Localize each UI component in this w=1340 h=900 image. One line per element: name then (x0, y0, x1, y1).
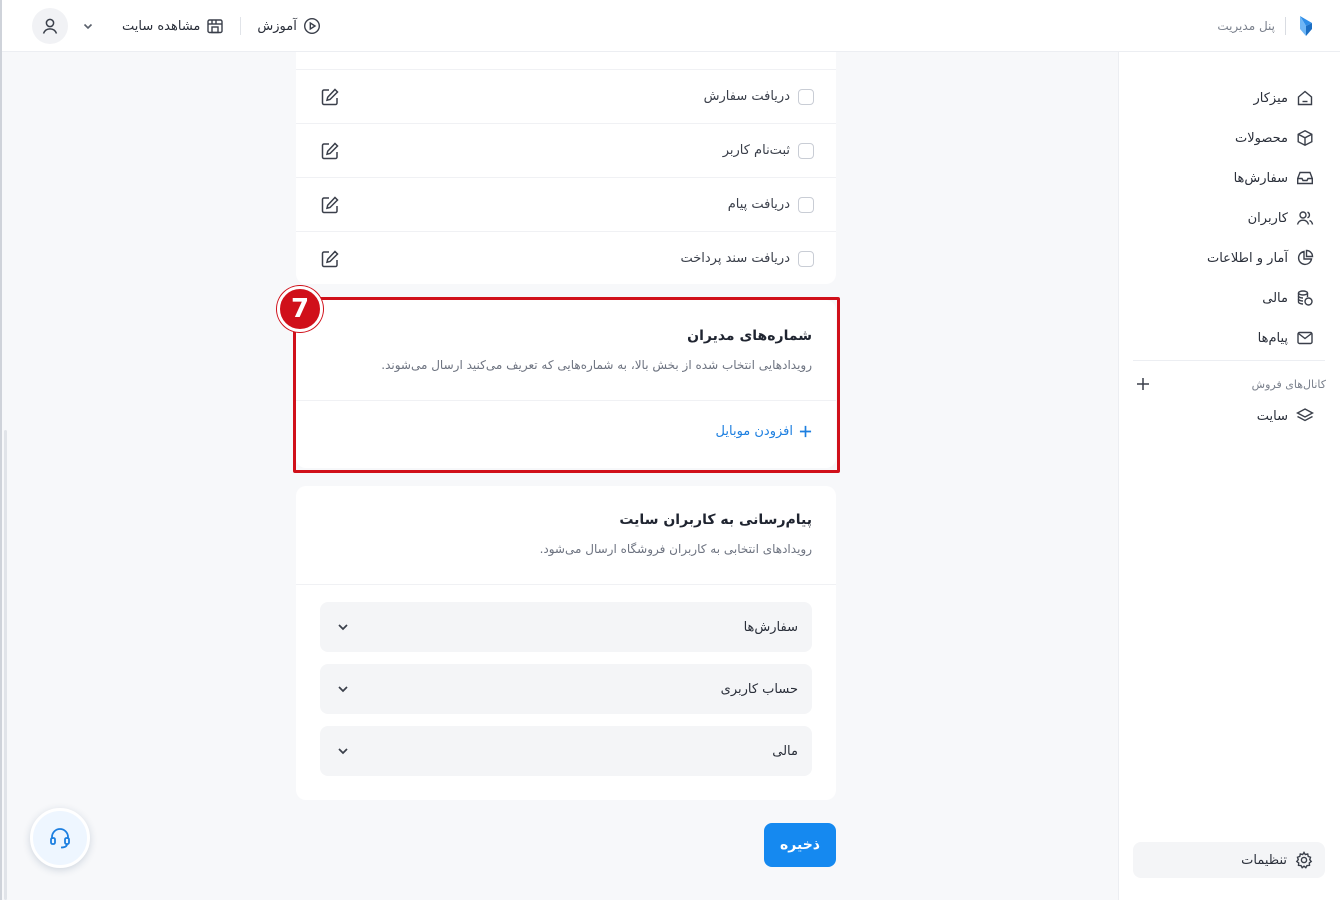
brand-title: پنل مدیریت (1217, 19, 1275, 33)
chevron-down-icon (336, 620, 350, 634)
window-edge (0, 0, 2, 900)
event-option[interactable]: دریافت سفارش (703, 88, 814, 105)
logo-icon (1298, 15, 1314, 37)
avatar[interactable] (32, 8, 68, 44)
user-icon (40, 16, 60, 36)
headset-icon (47, 825, 73, 851)
support-button[interactable] (30, 808, 90, 868)
edit-icon[interactable] (318, 85, 342, 109)
sidebar-item-products[interactable]: محصولات (1134, 118, 1314, 158)
event-row: دریافت سفارش (296, 69, 836, 123)
event-label: دریافت پیام (727, 197, 790, 212)
sidebar-item-label: محصولات (1235, 130, 1288, 146)
notify-users-title: پیام‌رسانی به کاربران سایت (619, 512, 812, 528)
storefront-icon (206, 17, 224, 35)
event-checkbox[interactable] (798, 142, 814, 159)
event-option[interactable]: دریافت سند پرداخت (680, 250, 814, 267)
mail-icon (1296, 329, 1314, 347)
view-site-label: مشاهده سایت (122, 18, 201, 34)
add-channel-button[interactable] (1134, 375, 1152, 393)
top-bar: پنل مدیریت مشاهده سایت آموزش (2, 0, 1340, 52)
sidebar-nav: میزکار محصولات سفارش‌ها کاربران آمار و ا… (1134, 78, 1314, 358)
event-checkbox[interactable] (798, 250, 814, 267)
events-card: دریافت سفارش ثبت‌نام کاربر دریافت پیام د… (296, 52, 836, 284)
sidebar-item-label: پیام‌ها (1257, 330, 1288, 346)
sidebar-item-label: آمار و اطلاعات (1206, 250, 1288, 266)
sidebar-item-label: سفارش‌ها (1233, 170, 1288, 186)
save-button[interactable]: ذخیره (764, 823, 836, 867)
sidebar-item-finance[interactable]: مالی (1134, 278, 1314, 318)
sidebar-item-label: سایت (1256, 408, 1288, 424)
brand-divider (1285, 17, 1286, 35)
tutorial-link[interactable]: آموزش (257, 17, 320, 35)
notify-users-description: رویدادهای انتخابی به کاربران فروشگاه ارس… (539, 542, 812, 556)
event-label: دریافت سند پرداخت (680, 251, 790, 266)
notify-users-card: پیام‌رسانی به کاربران سایت رویدادهای انت… (296, 486, 836, 800)
sidebar-item-stats[interactable]: آمار و اطلاعات (1134, 238, 1314, 278)
edit-icon[interactable] (318, 193, 342, 217)
sidebar-item-orders[interactable]: سفارش‌ها (1134, 158, 1314, 198)
edit-icon[interactable] (318, 139, 342, 163)
event-checkbox[interactable] (798, 88, 814, 105)
step-highlight-frame (293, 297, 840, 473)
event-label: ثبت‌نام کاربر (722, 143, 790, 158)
accordion-label: حساب کاربری (720, 681, 798, 697)
sidebar-item-users[interactable]: کاربران (1134, 198, 1314, 238)
pie-chart-icon (1296, 249, 1314, 267)
inbox-icon (1296, 169, 1314, 187)
step-badge: 7 (277, 286, 323, 332)
sidebar-item-messages[interactable]: پیام‌ها (1134, 318, 1314, 358)
chevron-down-icon[interactable] (80, 18, 96, 34)
home-icon (1296, 89, 1314, 107)
sidebar-item-label: مالی (1262, 290, 1288, 306)
topbar-divider (240, 17, 242, 35)
play-circle-icon (303, 17, 321, 35)
sidebar: میزکار محصولات سفارش‌ها کاربران آمار و ا… (1118, 52, 1340, 900)
sales-channels-label: کانال‌های فروش (1251, 377, 1326, 391)
event-option[interactable]: ثبت‌نام کاربر (722, 142, 814, 159)
sidebar-item-label: میزکار (1253, 90, 1289, 106)
accordion-label: سفارش‌ها (743, 619, 798, 635)
layers-icon (1296, 407, 1314, 425)
accordion-finance[interactable]: مالی (320, 726, 812, 776)
gear-icon (1295, 851, 1313, 869)
event-option[interactable]: دریافت پیام (727, 196, 814, 213)
sales-channels-header: کانال‌های فروش (1134, 374, 1326, 394)
event-label: دریافت سفارش (703, 89, 790, 104)
brand: پنل مدیریت (1217, 12, 1314, 40)
accordion-label: مالی (772, 743, 798, 759)
chevron-down-icon (336, 682, 350, 696)
sidebar-divider (1133, 360, 1325, 361)
top-actions: مشاهده سایت آموزش (32, 8, 321, 44)
event-row: دریافت پیام (296, 177, 836, 231)
box-icon (1296, 129, 1314, 147)
chevron-down-icon (336, 744, 350, 758)
sidebar-item-settings[interactable]: تنظیمات (1133, 842, 1325, 878)
accordion-orders[interactable]: سفارش‌ها (320, 602, 812, 652)
accordion-account[interactable]: حساب کاربری (320, 664, 812, 714)
tutorial-label: آموزش (257, 18, 297, 34)
view-site-link[interactable]: مشاهده سایت (122, 17, 224, 35)
settings-label: تنظیمات (1241, 852, 1287, 868)
users-icon (1296, 209, 1314, 227)
coins-icon (1296, 289, 1314, 307)
sidebar-item-dashboard[interactable]: میزکار (1134, 78, 1314, 118)
edit-icon[interactable] (318, 247, 342, 271)
scrollbar-track[interactable] (4, 430, 7, 900)
event-checkbox[interactable] (798, 196, 814, 213)
section-divider (296, 584, 836, 585)
event-row: ثبت‌نام کاربر (296, 123, 836, 177)
sidebar-item-site[interactable]: سایت (1134, 396, 1314, 436)
sidebar-item-label: کاربران (1247, 210, 1288, 226)
event-row: دریافت سند پرداخت (296, 231, 836, 285)
